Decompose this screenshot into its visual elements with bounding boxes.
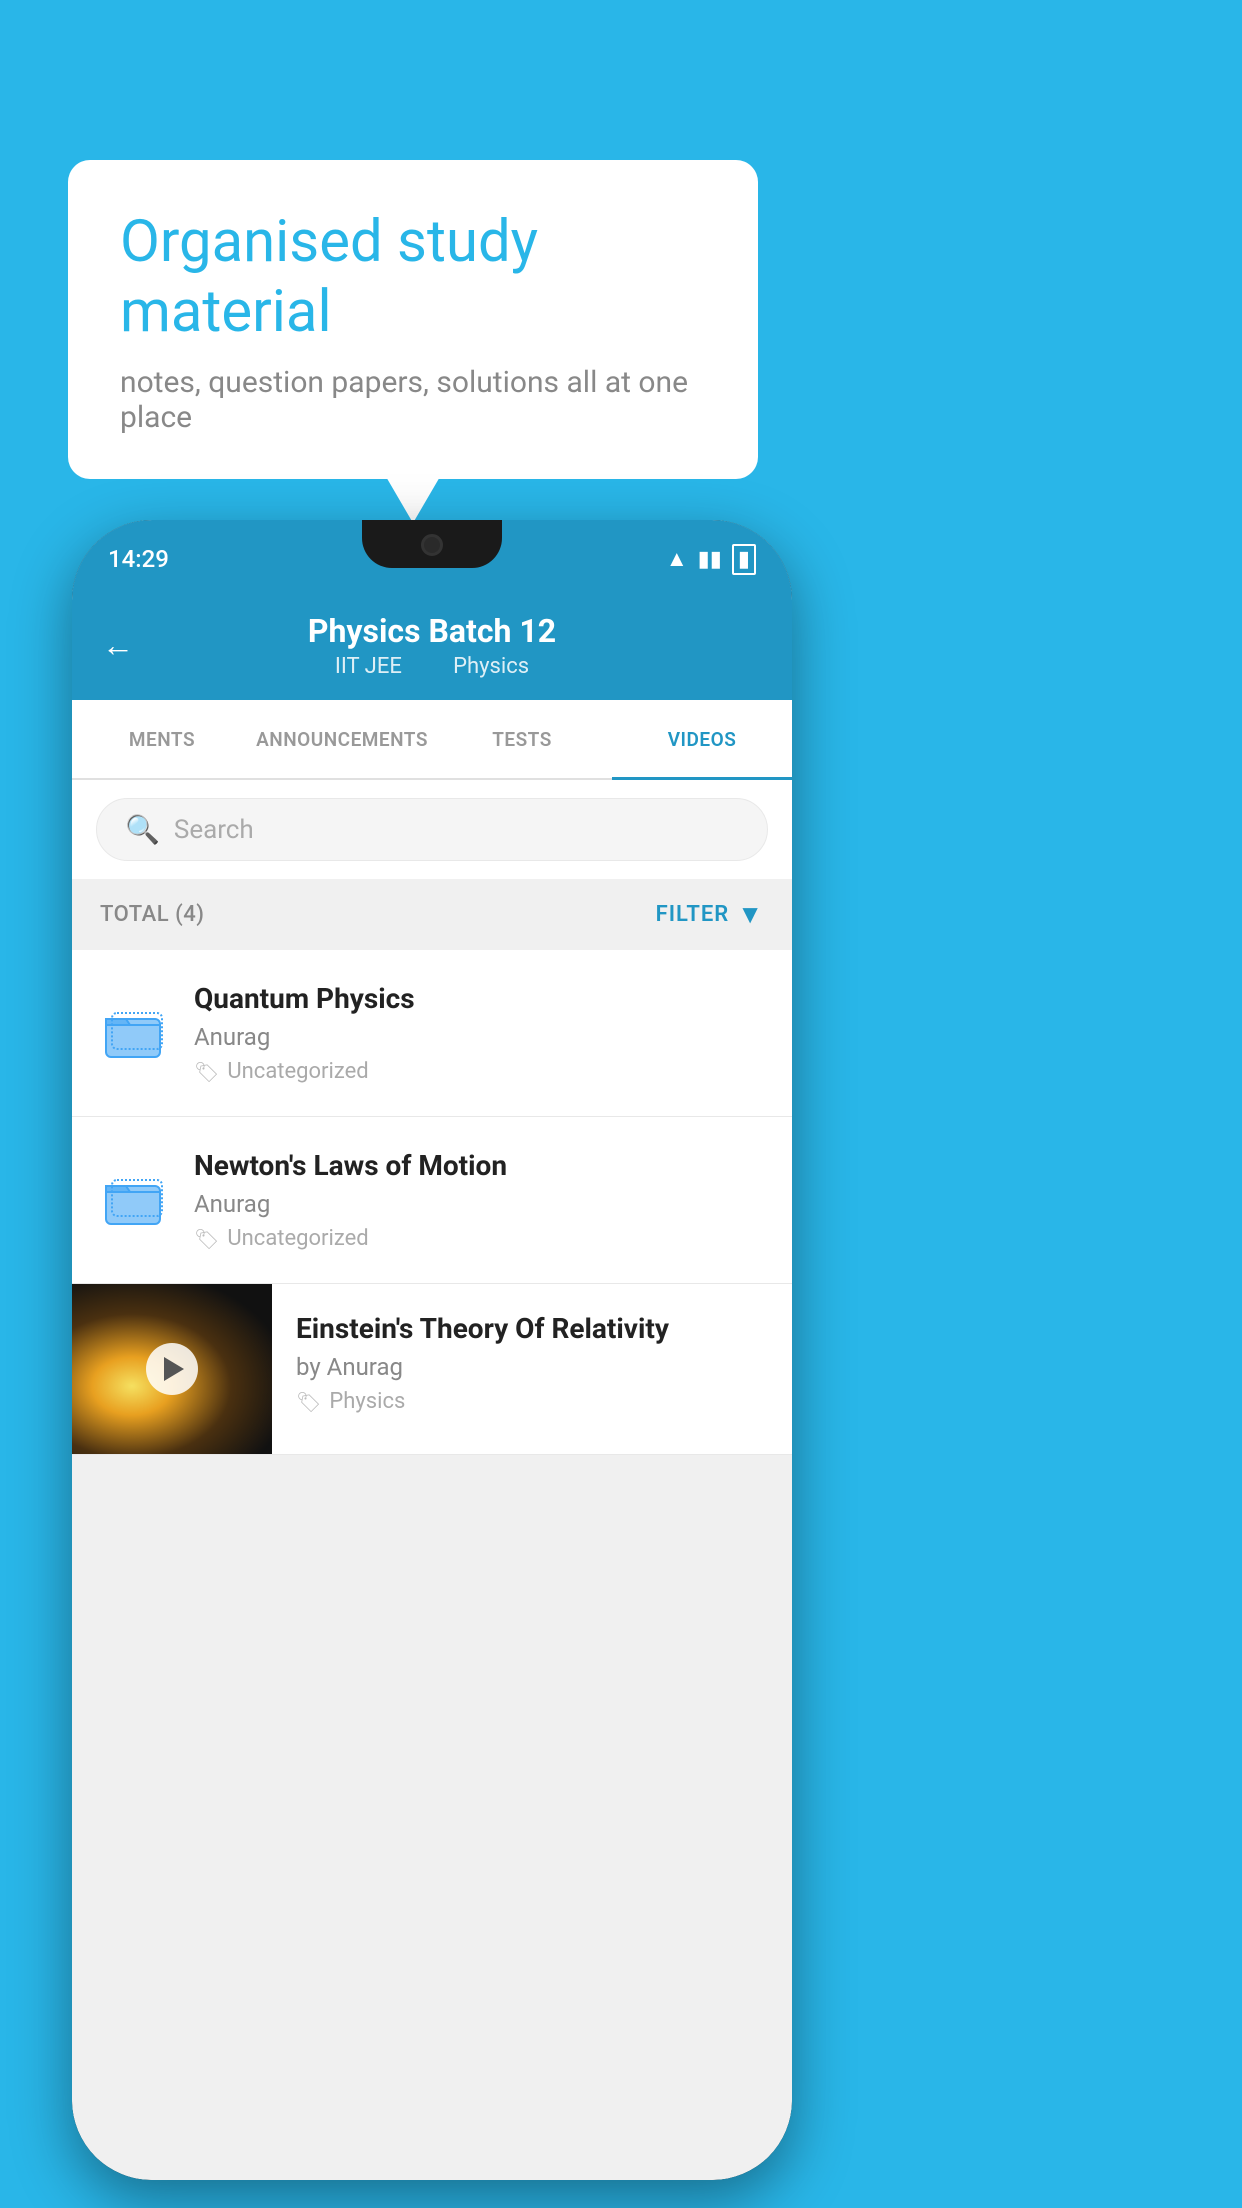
tab-tests[interactable]: TESTS xyxy=(432,700,612,778)
speech-bubble-wrapper: Organised study material notes, question… xyxy=(68,160,758,479)
video-info: Newton's Laws of Motion Anurag 🏷 Uncateg… xyxy=(194,1149,764,1251)
video-info: Einstein's Theory Of Relativity by Anura… xyxy=(272,1284,792,1442)
tab-announcements[interactable]: ANNOUNCEMENTS xyxy=(252,700,432,778)
tabs-bar: MENTS ANNOUNCEMENTS TESTS VIDEOS xyxy=(72,700,792,780)
video-list: Quantum Physics Anurag 🏷 Uncategorized xyxy=(72,950,792,1455)
play-triangle-icon xyxy=(164,1357,184,1381)
battery-icon: ▮ xyxy=(732,544,756,575)
search-placeholder: Search xyxy=(174,815,254,845)
video-author: Anurag xyxy=(194,1023,764,1051)
header-subtitle: IIT JEE Physics xyxy=(323,654,541,679)
filter-label: FILTER xyxy=(656,902,730,927)
folder-icon xyxy=(104,1005,166,1061)
play-button[interactable] xyxy=(146,1343,198,1395)
camera-dot xyxy=(421,534,443,556)
tag-icon: 🏷 xyxy=(194,1227,219,1251)
tag-icon: 🏷 xyxy=(194,1060,219,1084)
video-thumbnail xyxy=(72,1284,272,1454)
video-author: by Anurag xyxy=(296,1353,768,1381)
tag-icon: 🏷 xyxy=(296,1390,321,1414)
video-title: Newton's Laws of Motion xyxy=(194,1149,764,1182)
tag-label: Physics xyxy=(329,1389,405,1414)
signal-icon: ▮▮ xyxy=(698,547,722,572)
phone-frame: 14:29 ▲ ▮▮ ▮ ← Physics Batch 12 IIT JEE … xyxy=(72,520,792,2180)
header-subtitle-physics: Physics xyxy=(453,654,529,679)
video-tag: 🏷 Uncategorized xyxy=(194,1059,764,1084)
tag-label: Uncategorized xyxy=(227,1226,368,1251)
video-author: Anurag xyxy=(194,1190,764,1218)
app-header: ← Physics Batch 12 IIT JEE Physics xyxy=(72,590,792,700)
status-icons: ▲ ▮▮ ▮ xyxy=(666,536,756,575)
tab-videos[interactable]: VIDEOS xyxy=(612,700,792,778)
filter-button[interactable]: FILTER ▼ xyxy=(656,899,764,930)
header-subtitle-iit: IIT JEE xyxy=(335,654,402,679)
bubble-subtitle: notes, question papers, solutions all at… xyxy=(120,365,706,435)
video-icon-wrap xyxy=(100,1005,170,1061)
list-item[interactable]: Einstein's Theory Of Relativity by Anura… xyxy=(72,1284,792,1455)
back-button[interactable]: ← xyxy=(102,626,134,664)
video-info: Quantum Physics Anurag 🏷 Uncategorized xyxy=(194,982,764,1084)
list-item[interactable]: Quantum Physics Anurag 🏷 Uncategorized xyxy=(72,950,792,1117)
search-bar-wrapper: 🔍 Search xyxy=(72,780,792,879)
speech-bubble: Organised study material notes, question… xyxy=(68,160,758,479)
search-bar[interactable]: 🔍 Search xyxy=(96,798,768,861)
notch xyxy=(362,520,502,568)
filter-icon: ▼ xyxy=(737,899,764,930)
folder-icon xyxy=(104,1172,166,1228)
video-tag: 🏷 Uncategorized xyxy=(194,1226,764,1251)
tab-ments[interactable]: MENTS xyxy=(72,700,252,778)
video-title: Einstein's Theory Of Relativity xyxy=(296,1312,768,1345)
filter-row: TOTAL (4) FILTER ▼ xyxy=(72,879,792,950)
video-tag: 🏷 Physics xyxy=(296,1389,768,1414)
phone-screen: 14:29 ▲ ▮▮ ▮ ← Physics Batch 12 IIT JEE … xyxy=(72,520,792,2180)
wifi-icon: ▲ xyxy=(666,546,688,572)
total-label: TOTAL (4) xyxy=(100,902,204,927)
video-title: Quantum Physics xyxy=(194,982,764,1015)
video-icon-wrap xyxy=(100,1172,170,1228)
header-title: Physics Batch 12 xyxy=(308,612,556,650)
content-area: 🔍 Search TOTAL (4) FILTER ▼ xyxy=(72,780,792,2180)
tag-label: Uncategorized xyxy=(227,1059,368,1084)
search-icon: 🔍 xyxy=(125,813,160,846)
status-time: 14:29 xyxy=(108,537,169,573)
list-item[interactable]: Newton's Laws of Motion Anurag 🏷 Uncateg… xyxy=(72,1117,792,1284)
bubble-title: Organised study material xyxy=(120,208,706,347)
